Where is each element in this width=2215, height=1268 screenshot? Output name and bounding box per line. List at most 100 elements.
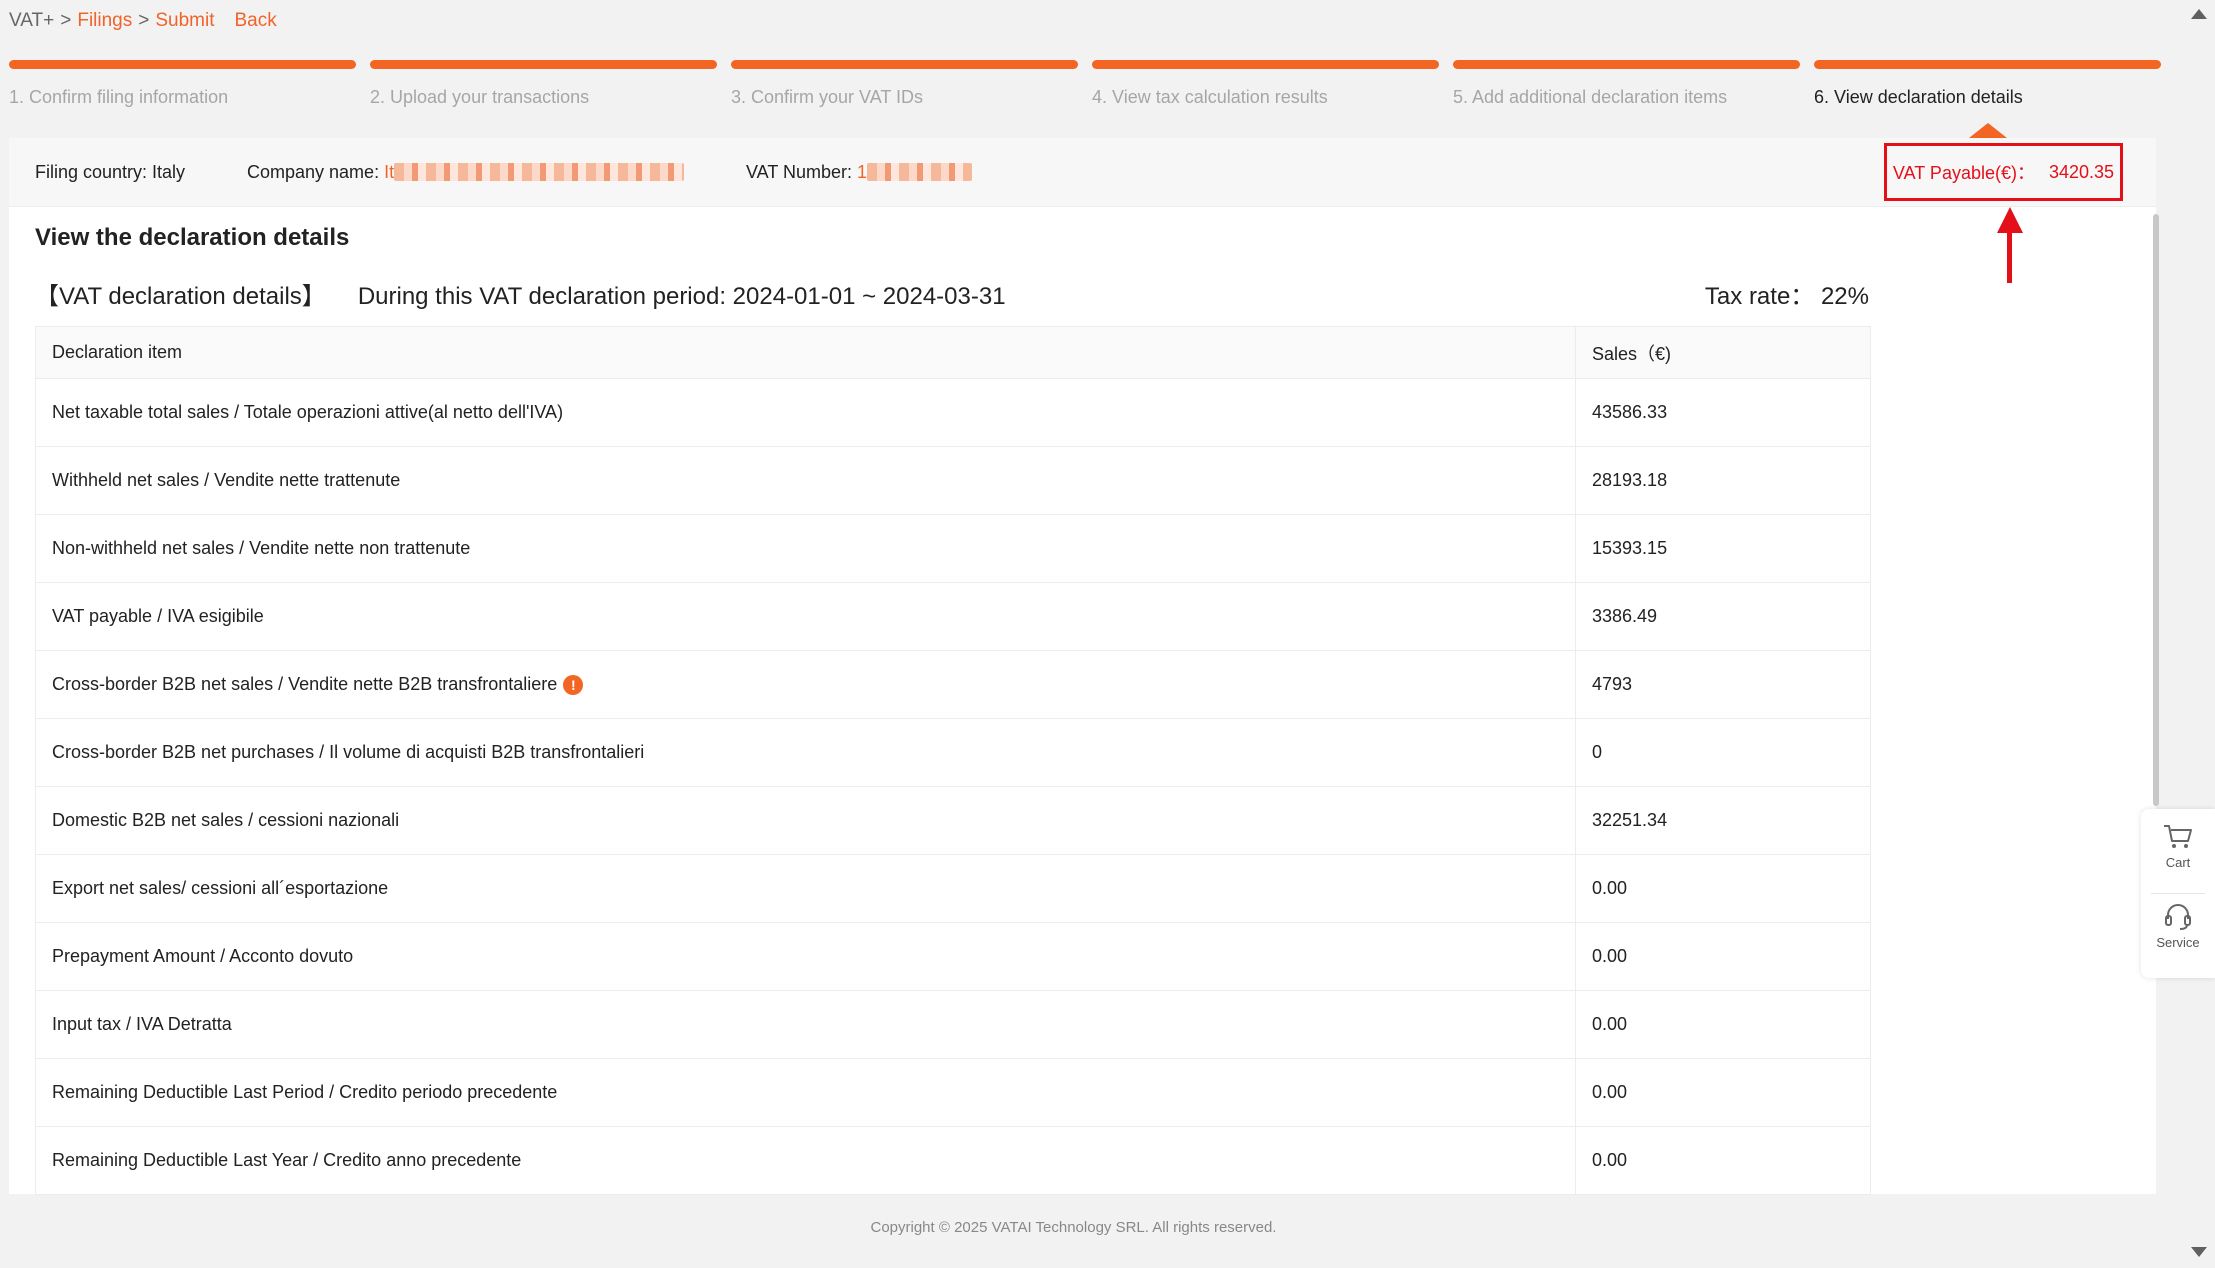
step-label: 4. View tax calculation results [1092, 87, 1328, 107]
service-label: Service [2156, 935, 2200, 950]
row-item: VAT payable / IVA esigibile [36, 583, 1576, 650]
row-value: 0.00 [1592, 1082, 1628, 1102]
row-value: 15393.15 [1592, 538, 1668, 558]
row-value: 4793 [1592, 674, 1633, 694]
table-row: Non-withheld net sales / Vendite nette n… [36, 515, 1870, 583]
breadcrumb-submit-link[interactable]: Submit [155, 10, 214, 31]
breadcrumb-separator: > [60, 10, 72, 31]
step-bar [1814, 60, 2161, 69]
step-bar [1092, 60, 1439, 69]
row-value: 43586.33 [1592, 402, 1668, 422]
cart-label: Cart [2165, 855, 2191, 870]
scroll-up-arrow-icon[interactable] [2191, 9, 2207, 19]
service-button[interactable]: Service [2141, 901, 2215, 950]
row-item: Non-withheld net sales / Vendite nette n… [36, 515, 1576, 582]
step-2[interactable]: 2. Upload your transactions [370, 60, 717, 108]
step-label: 5. Add additional declaration items [1453, 87, 1728, 107]
step-label: 6. View declaration details [1814, 87, 2023, 107]
row-item: Cross-border B2B net sales / Vendite net… [52, 674, 558, 694]
breadcrumb-root: VAT+ [9, 10, 55, 31]
filing-country: Filing country: Italy [35, 162, 185, 183]
step-bar [731, 60, 1078, 69]
row-item: Withheld net sales / Vendite nette tratt… [36, 447, 1576, 514]
row-item: Input tax / IVA Detratta [36, 991, 1576, 1058]
filing-country-value: Italy [152, 162, 186, 182]
content-scrollbar[interactable] [2153, 214, 2159, 806]
column-header-item: Declaration item [36, 327, 1576, 378]
redacted-vat-number [867, 163, 973, 181]
redacted-company-name [394, 163, 685, 181]
annotation-arrow-shaft [2007, 225, 2012, 283]
headset-icon [2165, 904, 2191, 930]
step-label: 3. Confirm your VAT IDs [731, 87, 924, 107]
row-item: Remaining Deductible Last Year / Credito… [36, 1127, 1576, 1194]
company-name-value: It [384, 162, 395, 182]
table-row: Cross-border B2B net purchases / Il volu… [36, 719, 1870, 787]
row-value: 0 [1592, 742, 1603, 762]
table-header-row: Declaration item Sales（€) [36, 327, 1870, 379]
table-row: Net taxable total sales / Totale operazi… [36, 379, 1870, 447]
declaration-title: 【VAT declaration details】 [35, 283, 326, 310]
step-bar [370, 60, 717, 69]
table-row: Input tax / IVA Detratta 0.00 [36, 991, 1870, 1059]
breadcrumb-filings-link[interactable]: Filings [77, 10, 132, 31]
cart-button[interactable]: Cart [2141, 823, 2215, 870]
step-bar [1453, 60, 1800, 69]
row-item: Prepayment Amount / Acconto dovuto [36, 923, 1576, 990]
step-6-active[interactable]: 6. View declaration details [1814, 60, 2161, 108]
row-item: Remaining Deductible Last Period / Credi… [36, 1059, 1576, 1126]
table-row: Domestic B2B net sales / cessioni nazion… [36, 787, 1870, 855]
table-row: VAT payable / IVA esigibile 3386.49 [36, 583, 1870, 651]
step-1[interactable]: 1. Confirm filing information [9, 60, 356, 108]
declaration-card: Filing country: Italy Company name: It V… [9, 138, 2156, 1195]
row-item: Domestic B2B net sales / cessioni nazion… [36, 787, 1576, 854]
vat-payable-label: VAT Payable(€)： [1892, 163, 2035, 183]
row-item: Net taxable total sales / Totale operazi… [36, 379, 1576, 446]
company-name: Company name: It [247, 162, 685, 183]
filing-country-label: Filing country: [35, 162, 153, 182]
row-item: Cross-border B2B net purchases / Il volu… [36, 719, 1576, 786]
table-row: Remaining Deductible Last Year / Credito… [36, 1127, 1870, 1195]
breadcrumb-separator: > [138, 10, 150, 31]
footer-copyright: Copyright © 2025 VATAI Technology SRL. A… [870, 1219, 1277, 1236]
active-step-caret-icon [1969, 123, 2007, 138]
tax-rate: Tax rate： 22% [1704, 283, 1869, 310]
row-value: 32251.34 [1592, 810, 1668, 830]
progress-steps: 1. Confirm filing information 2. Upload … [9, 60, 2161, 108]
section-title: View the declaration details [35, 224, 350, 251]
row-value: 0.00 [1592, 946, 1628, 966]
declaration-table: Declaration item Sales（€) Net taxable to… [35, 326, 1871, 1195]
table-row: Prepayment Amount / Acconto dovuto 0.00 [36, 923, 1870, 991]
vat-number: VAT Number: 1 [746, 162, 973, 183]
column-header-sales: Sales（€) [1592, 343, 1672, 364]
step-3[interactable]: 3. Confirm your VAT IDs [731, 60, 1078, 108]
scroll-down-arrow-icon[interactable] [2191, 1247, 2207, 1257]
row-value: 0.00 [1592, 878, 1628, 898]
table-row: Cross-border B2B net sales / Vendite net… [36, 651, 1870, 719]
row-value: 28193.18 [1592, 470, 1668, 490]
vat-number-label: VAT Number: [746, 162, 858, 182]
filing-info-bar: Filing country: Italy Company name: It V… [9, 138, 2156, 207]
row-value: 0.00 [1592, 1014, 1628, 1034]
side-panel: Cart Service [2141, 809, 2215, 978]
side-divider [2151, 893, 2205, 894]
vat-number-value: 1 [857, 162, 868, 182]
company-name-label: Company name: [247, 162, 385, 182]
breadcrumb: VAT+ > Filings > Submit Back [9, 8, 277, 34]
step-5[interactable]: 5. Add additional declaration items [1453, 60, 1800, 108]
cart-icon [2164, 825, 2192, 848]
row-item-cell: Cross-border B2B net sales / Vendite net… [36, 651, 1576, 718]
row-item: Export net sales/ cessioni all´esportazi… [36, 855, 1576, 922]
table-row: Remaining Deductible Last Period / Credi… [36, 1059, 1870, 1127]
row-value: 3386.49 [1592, 606, 1658, 626]
vat-payable-box: VAT Payable(€)： 3420.35 [1884, 143, 2123, 201]
info-icon[interactable]: ! [563, 674, 584, 695]
row-value: 0.00 [1592, 1150, 1628, 1170]
declaration-period: During this VAT declaration period: 2024… [357, 283, 1006, 310]
declaration-header: 【VAT declaration details】 During this VAT… [35, 276, 1869, 312]
back-link[interactable]: Back [235, 10, 277, 31]
table-row: Export net sales/ cessioni all´esportazi… [36, 855, 1870, 923]
vat-payable-amount: 3420.35 [2048, 161, 2115, 182]
step-4[interactable]: 4. View tax calculation results [1092, 60, 1439, 108]
step-label: 2. Upload your transactions [370, 87, 590, 107]
